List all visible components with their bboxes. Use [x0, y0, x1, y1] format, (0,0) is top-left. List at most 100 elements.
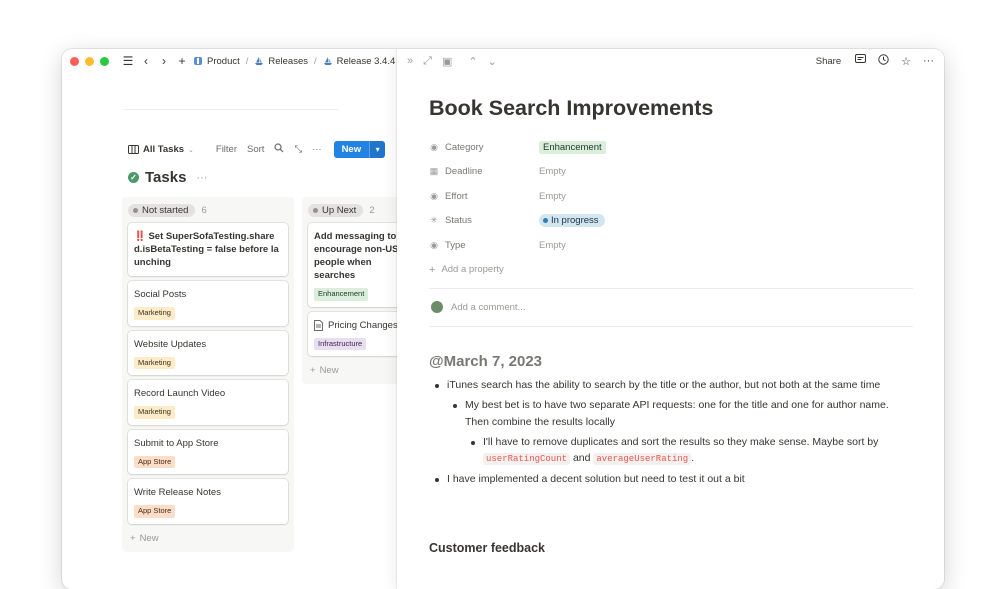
task-card[interactable]: Social Posts Marketing	[128, 281, 288, 326]
list-item-text: and	[572, 452, 591, 465]
history-icon[interactable]	[878, 54, 889, 68]
page-body[interactable]: iTunes search has the ability to search …	[429, 377, 913, 491]
property-row[interactable]: ◉ Effort Empty	[429, 184, 913, 209]
tag-badge: App Store	[134, 505, 176, 518]
tag-badge: Enhancement	[314, 288, 369, 301]
share-button[interactable]: Share	[816, 56, 841, 67]
task-card[interactable]: Submit to App Store App Store	[128, 429, 288, 475]
back-icon[interactable]: ‹	[139, 54, 153, 68]
minimize-window-button[interactable]	[85, 56, 94, 66]
status-label: Not started	[142, 204, 189, 216]
maximize-window-button[interactable]	[100, 56, 109, 66]
ship-icon	[323, 57, 332, 65]
list-item-text: .	[691, 452, 695, 465]
add-new-label: New	[139, 532, 159, 544]
select-icon: ◉	[430, 239, 438, 250]
comment-input[interactable]: Add a comment...	[431, 301, 525, 313]
calendar-icon: ▦	[429, 166, 439, 177]
task-card[interactable]: Record Launch Video Marketing	[128, 380, 288, 425]
card-title: Set SuperSofaTesting.shared.isBetaTestin…	[134, 231, 279, 269]
add-new-card-button[interactable]: + New	[128, 529, 288, 548]
close-peek-icon[interactable]: »	[407, 55, 413, 67]
app-window: ☰ ‹ › + Product / Releases / Release 3.4…	[62, 49, 944, 589]
add-property-label: Add a property	[441, 264, 504, 275]
plus-icon: +	[429, 263, 436, 276]
new-task-button[interactable]: New ▾	[333, 141, 386, 158]
column-count: 6	[201, 204, 207, 216]
property-name: Deadline	[445, 166, 483, 178]
page-title[interactable]: Book Search Improvements	[429, 96, 713, 121]
chevron-up-icon[interactable]: ⌃	[468, 55, 477, 68]
select-icon: ◉	[430, 141, 438, 152]
card-title: Submit to App Store	[134, 437, 219, 449]
tag-badge: App Store	[134, 455, 176, 469]
side-peek-icon[interactable]: ▣	[442, 55, 452, 68]
sidebar-menu-icon[interactable]: ☰	[121, 54, 135, 68]
add-icon[interactable]: +	[175, 54, 189, 68]
add-new-label: New	[319, 365, 339, 377]
column-not-started: Not started 6 ‼️ Set SuperSofaTesting.sh…	[122, 197, 294, 552]
date-heading[interactable]: @March 7, 2023	[429, 353, 542, 370]
board-title: ✓ Tasks ···	[128, 169, 207, 186]
tag-badge: Marketing	[134, 307, 175, 320]
more-options-icon[interactable]: ···	[312, 144, 322, 155]
view-selector[interactable]: All Tasks ⌄	[128, 144, 194, 155]
forward-icon[interactable]: ›	[157, 54, 171, 68]
property-list: ◉ Category Enhancement ▦ Deadline Empty ◉ E…	[429, 135, 913, 282]
more-options-icon[interactable]: ···	[196, 172, 207, 184]
comment-icon[interactable]	[855, 54, 867, 68]
property-row[interactable]: ▦ Deadline Empty	[429, 160, 913, 185]
section-heading[interactable]: Customer feedback	[429, 541, 545, 555]
add-property-button[interactable]: + Add a property	[429, 258, 913, 282]
task-card[interactable]: ‼️ Set SuperSofaTesting.shared.isBetaTes…	[128, 223, 288, 277]
chevron-down-icon: ⌄	[188, 146, 194, 154]
property-name: Status	[445, 215, 472, 227]
status-badge: Not started	[128, 203, 196, 217]
divider	[429, 288, 913, 289]
divider	[429, 326, 913, 327]
chevron-down-icon[interactable]: ⌄	[488, 55, 497, 68]
new-button-label[interactable]: New	[333, 141, 370, 158]
star-icon[interactable]: ☆	[901, 55, 911, 68]
task-card[interactable]: Website Updates Marketing	[128, 330, 288, 376]
more-options-icon[interactable]: ···	[923, 55, 934, 67]
breadcrumb-releases[interactable]: Releases	[268, 56, 308, 67]
card-title: Write Release Notes	[134, 487, 221, 499]
breadcrumb-release[interactable]: Release 3.4.4	[337, 56, 396, 67]
ship-icon	[255, 57, 264, 65]
breadcrumb: Product / Releases / Release 3.4.4	[193, 56, 395, 67]
sort-button[interactable]: Sort	[247, 144, 264, 155]
card-title: Pricing Changes	[328, 319, 398, 331]
breadcrumb-product[interactable]: Product	[207, 56, 240, 67]
card-title: Social Posts	[134, 289, 187, 301]
peek-toolbar: » ⤢ ▣ ⌃ ⌄ Share ☆ ···	[397, 49, 944, 73]
tag-badge: Marketing	[134, 406, 175, 419]
property-row[interactable]: ◉ Category Enhancement	[429, 135, 913, 160]
breadcrumb-separator: /	[245, 55, 249, 67]
status-label: In progress	[551, 215, 599, 227]
view-label: All Tasks	[143, 144, 185, 155]
property-name: Effort	[445, 190, 468, 202]
card-title: Record Launch Video	[134, 388, 226, 400]
close-window-button[interactable]	[70, 56, 79, 66]
property-name: Category	[445, 141, 484, 153]
window-controls	[70, 56, 109, 66]
property-row[interactable]: ◉ Type Empty	[429, 233, 913, 258]
expand-icon[interactable]: ⤡	[294, 144, 302, 155]
plus-icon: +	[130, 532, 136, 544]
product-icon	[194, 57, 202, 65]
property-row[interactable]: ✳ Status In progress	[429, 209, 913, 234]
document-icon	[314, 319, 323, 331]
search-icon[interactable]	[274, 143, 284, 156]
tag-badge: Marketing	[134, 356, 175, 370]
list-item: I'll have to remove duplicates and sort …	[465, 434, 913, 467]
status-label: Up Next	[322, 204, 357, 216]
open-full-page-icon[interactable]: ⤢	[423, 55, 432, 68]
check-circle-icon: ✓	[128, 172, 139, 183]
task-card[interactable]: Write Release Notes App Store	[128, 479, 288, 524]
chevron-down-icon[interactable]: ▾	[369, 141, 386, 158]
list-item: I have implemented a decent solution but…	[429, 471, 913, 487]
filter-button[interactable]: Filter	[216, 144, 237, 155]
status-icon: ✳	[430, 215, 438, 226]
status-badge: Up Next	[308, 203, 364, 217]
